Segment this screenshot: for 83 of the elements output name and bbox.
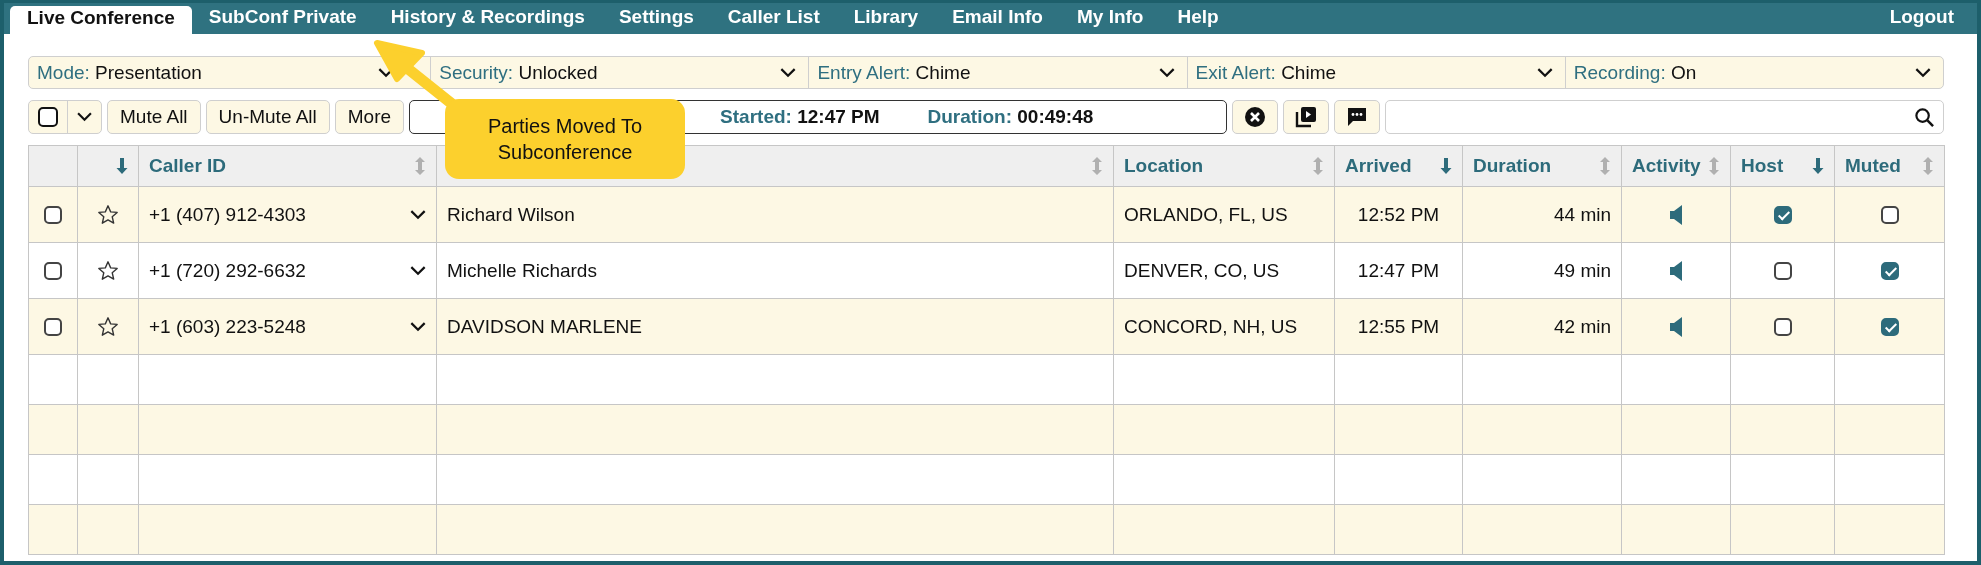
host-checkbox[interactable] xyxy=(1773,262,1792,281)
nav-tab[interactable]: History & Recordings xyxy=(373,3,602,34)
column-header[interactable]: Muted xyxy=(1834,145,1945,187)
setting-dropdown[interactable]: Exit Alert: Chime xyxy=(1187,57,1566,88)
star-icon[interactable] xyxy=(97,204,119,226)
column-title: Arrived xyxy=(1345,155,1412,177)
column-header[interactable]: Duration xyxy=(1462,145,1622,187)
muted-checkbox[interactable] xyxy=(1880,318,1899,337)
table-cell: DENVER, CO, US xyxy=(1124,259,1280,281)
column-title: Duration xyxy=(1473,155,1552,177)
toolbar-button[interactable]: More xyxy=(334,100,405,134)
chat-button[interactable] xyxy=(1334,100,1381,134)
checkbox[interactable] xyxy=(38,107,58,127)
column-header[interactable]: Caller ID xyxy=(138,145,437,187)
speaker-icon xyxy=(1670,317,1682,338)
table-cell: Richard Wilson xyxy=(447,203,575,225)
row-checkbox[interactable] xyxy=(44,318,62,337)
nav-tab[interactable]: Help xyxy=(1160,3,1236,34)
started-text: Started: 12:47 PM xyxy=(720,106,880,128)
star-icon[interactable] xyxy=(97,260,119,282)
table-cell: ORLANDO, FL, US xyxy=(1124,203,1288,225)
caret-icon xyxy=(1915,67,1931,78)
toolbar-button[interactable]: Mute All xyxy=(107,100,201,134)
column-title: Caller ID xyxy=(149,155,227,177)
host-checkbox[interactable] xyxy=(1773,206,1792,225)
column-header[interactable]: Location xyxy=(1113,145,1335,187)
close-circle-button[interactable] xyxy=(1232,100,1279,134)
nav-tab[interactable]: My Info xyxy=(1059,3,1161,34)
table-cell: 42 min xyxy=(1553,315,1611,337)
search-field[interactable] xyxy=(1385,100,1944,134)
logout-link[interactable]: Logout xyxy=(1872,3,1971,34)
caret-icon xyxy=(780,67,797,78)
setting-dropdown[interactable]: Recording: On xyxy=(1565,57,1943,88)
column-header[interactable]: Arrived xyxy=(1334,145,1463,187)
nav-tab[interactable]: Caller List xyxy=(710,3,837,34)
caret-icon xyxy=(77,112,92,122)
duration-text: Duration: 00:49:48 xyxy=(927,106,1094,128)
callout-tooltip: Parties Moved To Subconference xyxy=(445,99,685,179)
nav-tab[interactable]: SubConf Private xyxy=(191,3,374,34)
table-cell: 12:47 PM xyxy=(1357,259,1440,281)
table-cell: CONCORD, NH, US xyxy=(1124,315,1298,337)
caret-icon[interactable] xyxy=(410,209,426,220)
row-checkbox[interactable] xyxy=(44,206,62,225)
column-header[interactable] xyxy=(77,145,139,187)
table-cell: 12:52 PM xyxy=(1357,203,1440,225)
table-cell: Michelle Richards xyxy=(447,259,597,281)
table-cell: 44 min xyxy=(1553,203,1611,225)
caret-icon[interactable] xyxy=(410,265,426,276)
nav-tab[interactable]: Settings xyxy=(601,3,711,34)
muted-checkbox[interactable] xyxy=(1880,262,1899,281)
table-cell: 49 min xyxy=(1553,259,1611,281)
column-header[interactable]: Activity xyxy=(1621,145,1731,187)
nav-tab[interactable]: Live Conference xyxy=(10,6,192,34)
row-checkbox[interactable] xyxy=(44,262,62,281)
table-cell: +1 (720) 292-6632 xyxy=(149,259,306,282)
muted-checkbox[interactable] xyxy=(1880,206,1899,225)
table-cell: +1 (603) 223-5248 xyxy=(149,315,306,338)
table-cell: +1 (407) 912-4303 xyxy=(149,203,306,226)
play-stack-icon xyxy=(1295,106,1318,128)
host-checkbox[interactable] xyxy=(1773,318,1792,337)
column-title: Host xyxy=(1741,155,1784,177)
setting-dropdown[interactable]: Entry Alert: Chime xyxy=(809,57,1188,88)
star-icon[interactable] xyxy=(97,316,119,338)
select-all-dropdown[interactable] xyxy=(28,100,102,134)
nav-tab[interactable]: Library xyxy=(836,3,936,34)
caret-icon[interactable] xyxy=(410,321,426,332)
search-icon xyxy=(1914,106,1935,128)
media-library-button[interactable] xyxy=(1283,100,1330,134)
caret-icon xyxy=(1536,67,1553,78)
table-cell: DAVIDSON MARLENE xyxy=(447,315,642,337)
speaker-icon xyxy=(1670,205,1682,226)
caret-icon xyxy=(1158,67,1175,78)
column-header[interactable]: Host xyxy=(1730,145,1835,187)
close-circle-icon xyxy=(1245,107,1266,127)
toolbar-button[interactable]: Un-Mute All xyxy=(205,100,330,134)
column-title: Muted xyxy=(1845,155,1901,177)
table-cell: 12:55 PM xyxy=(1357,315,1440,337)
column-title: Location xyxy=(1124,155,1204,177)
column-title: Activity xyxy=(1632,155,1701,177)
setting-dropdown[interactable]: Security: Unlocked xyxy=(431,57,810,88)
speaker-icon xyxy=(1670,261,1682,282)
chat-icon xyxy=(1346,106,1369,128)
nav-tab[interactable]: Email Info xyxy=(935,3,1060,34)
